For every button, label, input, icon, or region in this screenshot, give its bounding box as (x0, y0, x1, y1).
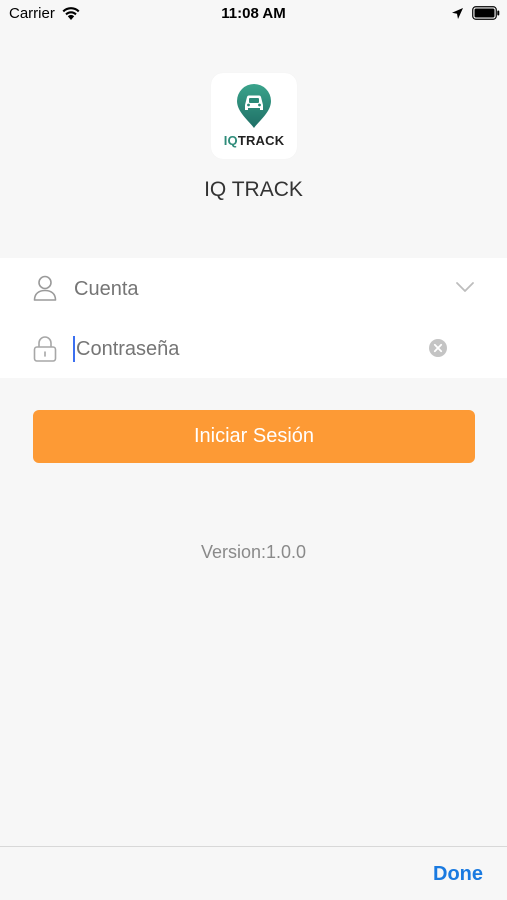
logo-wordmark-track: TRACK (237, 133, 285, 148)
text-cursor (73, 336, 75, 362)
account-select-value[interactable]: Cuenta (74, 278, 139, 302)
status-time: 11:08 AM (221, 5, 286, 22)
lock-icon (33, 336, 57, 362)
location-arrow-icon (452, 8, 463, 19)
clear-icon[interactable] (429, 339, 447, 357)
car-pin-icon (237, 84, 271, 128)
account-row[interactable]: Cuenta (0, 258, 507, 318)
password-input[interactable] (76, 336, 416, 362)
password-row (0, 318, 507, 378)
keyboard-toolbar: Done (0, 846, 507, 900)
version-label: Version:1.0.0 (200, 542, 307, 562)
login-form: Cuenta (0, 258, 507, 378)
login-screen: Carrier 11:08 AM IQTRACK IQ TRACK Cuenta… (0, 0, 507, 900)
battery-icon (472, 6, 500, 20)
login-button[interactable]: Iniciar Sesión (33, 410, 475, 463)
app-title: IQ TRACK (204, 178, 303, 201)
chevron-down-icon[interactable] (455, 281, 475, 293)
logo-wordmark: IQTRACK (211, 133, 297, 148)
app-logo: IQTRACK (211, 73, 297, 159)
logo-wordmark-iq: IQ (223, 133, 238, 148)
done-button[interactable]: Done (433, 863, 483, 886)
status-bar: Carrier 11:08 AM (0, 0, 507, 28)
user-icon (33, 275, 57, 301)
